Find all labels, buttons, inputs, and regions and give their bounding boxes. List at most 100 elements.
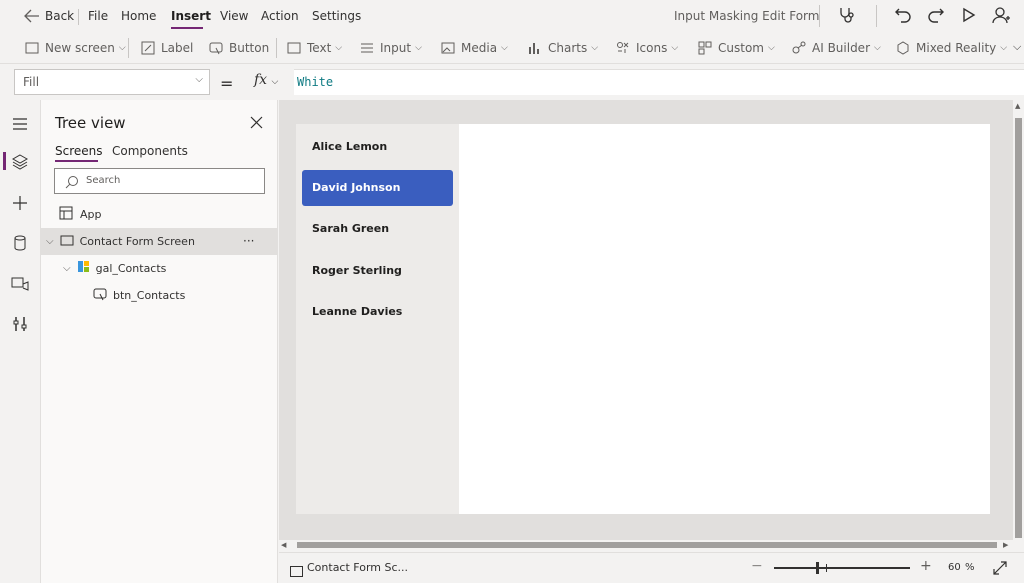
- scroll-right-arrow-icon[interactable]: ▶: [1003, 541, 1008, 549]
- close-icon[interactable]: [250, 114, 263, 133]
- app-checker-icon[interactable]: [838, 6, 856, 28]
- icons-button[interactable]: Icons ⌵: [616, 39, 678, 57]
- media-button[interactable]: Media ⌵: [441, 39, 508, 57]
- menu-insert[interactable]: Insert: [171, 9, 211, 23]
- data-cylinder-icon[interactable]: [12, 235, 28, 255]
- ai-builder-button[interactable]: AI Builder ⌵: [792, 39, 881, 57]
- tab-components[interactable]: Components: [112, 144, 188, 158]
- tree-view-panel: Tree view Screens Components Search App …: [41, 100, 278, 583]
- zoom-slider-tick: [826, 564, 827, 572]
- new-screen-label: New screen: [45, 41, 115, 55]
- formula-input[interactable]: White: [294, 69, 1024, 95]
- tree-item-screen-label: Contact Form Screen: [79, 235, 195, 248]
- button-icon: [209, 42, 223, 55]
- text-button[interactable]: Text ⌵: [287, 39, 342, 57]
- button-button[interactable]: Button: [209, 39, 269, 57]
- gallery-item[interactable]: Sarah Green: [302, 211, 453, 247]
- label-icon: [141, 41, 155, 55]
- media-icon: [441, 42, 455, 54]
- menu-settings[interactable]: Settings: [312, 9, 361, 23]
- property-dropdown[interactable]: Fill ⌵: [14, 69, 210, 95]
- left-rail: [0, 100, 41, 583]
- back-button[interactable]: Back: [45, 9, 74, 23]
- back-arrow-icon[interactable]: [24, 8, 40, 27]
- menu-home[interactable]: Home: [121, 9, 156, 23]
- user-icon[interactable]: [992, 6, 1010, 28]
- zoom-in-button[interactable]: +: [920, 558, 932, 574]
- charts-button[interactable]: Charts ⌵: [528, 39, 598, 57]
- fit-to-window-icon[interactable]: [993, 560, 1007, 579]
- mixed-reality-icon: [897, 41, 909, 55]
- undo-icon[interactable]: [894, 6, 912, 28]
- equals-sign: =: [220, 74, 234, 93]
- add-icon[interactable]: [12, 195, 28, 215]
- tree-item-gal-contacts[interactable]: ⌵ gal_Contacts: [41, 255, 278, 281]
- chevron-down-icon[interactable]: ⌵: [63, 263, 71, 274]
- tree-search-box[interactable]: Search: [54, 168, 265, 194]
- screen-icon: [60, 235, 74, 249]
- menu-file[interactable]: File: [88, 9, 108, 23]
- input-button[interactable]: Input ⌵: [360, 39, 422, 57]
- insert-tab-underline: [171, 27, 203, 29]
- label-button[interactable]: Label: [141, 39, 193, 57]
- gallery-item[interactable]: Roger Sterling: [302, 253, 453, 289]
- tree-item-app-label: App: [80, 207, 102, 221]
- new-screen-icon: [25, 42, 39, 54]
- tree-item-button-label: btn_Contacts: [113, 288, 186, 302]
- ai-builder-icon: [792, 41, 806, 54]
- tree-item-btn-contacts[interactable]: btn_Contacts: [41, 282, 278, 308]
- search-input[interactable]: Search: [86, 175, 120, 186]
- mixed-reality-button[interactable]: Mixed Reality ⌵: [896, 39, 1007, 57]
- tab-screens[interactable]: Screens: [55, 144, 103, 158]
- gallery-item-selected[interactable]: David Johnson: [302, 170, 453, 206]
- tree-item-gallery-label: gal_Contacts: [95, 261, 167, 275]
- tree-view-title: Tree view: [55, 114, 126, 132]
- more-options-button[interactable]: ···: [243, 234, 254, 248]
- media-button-label: Media: [461, 41, 498, 55]
- vertical-scrollbar[interactable]: ▲: [1013, 100, 1024, 550]
- status-bar: Contact Form Sc... − + 60 %: [279, 552, 1024, 583]
- fx-label: fx: [254, 72, 268, 88]
- scroll-thumb[interactable]: [1015, 118, 1022, 538]
- app-icon: [59, 206, 73, 223]
- label-button-label: Label: [161, 41, 194, 55]
- scroll-left-arrow-icon[interactable]: ◀: [281, 541, 286, 549]
- gallery-item[interactable]: Leanne Davies: [302, 294, 453, 330]
- chevron-down-icon: ⌵: [767, 43, 775, 53]
- zoom-slider-thumb[interactable]: [816, 562, 819, 574]
- button-icon: [93, 287, 107, 304]
- horizontal-scroll-thumb[interactable]: [297, 542, 997, 548]
- custom-button[interactable]: Custom ⌵: [698, 39, 775, 57]
- zoom-out-button[interactable]: −: [751, 558, 763, 574]
- menu-action[interactable]: Action: [261, 9, 299, 23]
- new-screen-button[interactable]: New screen ⌵: [25, 39, 126, 57]
- tab-screens-underline: [55, 160, 98, 162]
- search-icon: [65, 174, 79, 193]
- more-chevron-icon[interactable]: ⌵: [1013, 40, 1021, 54]
- text-button-label: Text: [307, 41, 332, 55]
- formula-value: White: [297, 75, 334, 89]
- input-button-label: Input: [380, 41, 412, 55]
- tools-icon[interactable]: [12, 316, 28, 336]
- current-screen-selector[interactable]: Contact Form Sc...: [307, 561, 408, 574]
- horizontal-scrollbar[interactable]: ◀ ▶: [279, 540, 1013, 550]
- fx-button[interactable]: fx ⌵: [246, 69, 292, 95]
- scroll-up-arrow-icon[interactable]: ▲: [1015, 102, 1020, 110]
- gallery-item[interactable]: Alice Lemon: [302, 129, 453, 165]
- tree-item-app[interactable]: App: [41, 201, 278, 227]
- play-icon[interactable]: [961, 7, 977, 27]
- chevron-down-icon: ⌵: [271, 77, 279, 87]
- zoom-slider[interactable]: [774, 562, 910, 574]
- tree-view-layers-icon[interactable]: [11, 154, 29, 174]
- tree-item-contact-form-screen[interactable]: ⌵ Contact Form Screen ···: [41, 228, 278, 255]
- contacts-gallery[interactable]: Alice Lemon David Johnson Sarah Green Ro…: [296, 124, 459, 514]
- menu-view[interactable]: View: [220, 9, 248, 23]
- property-value: Fill: [23, 75, 40, 89]
- charts-icon: [529, 43, 539, 54]
- chevron-down-icon[interactable]: ⌵: [46, 236, 54, 247]
- media-library-icon[interactable]: [11, 276, 29, 296]
- hamburger-menu-icon[interactable]: [12, 115, 28, 134]
- zoom-value: 60: [948, 562, 961, 573]
- redo-icon[interactable]: [927, 6, 945, 28]
- ai-builder-button-label: AI Builder: [812, 41, 871, 55]
